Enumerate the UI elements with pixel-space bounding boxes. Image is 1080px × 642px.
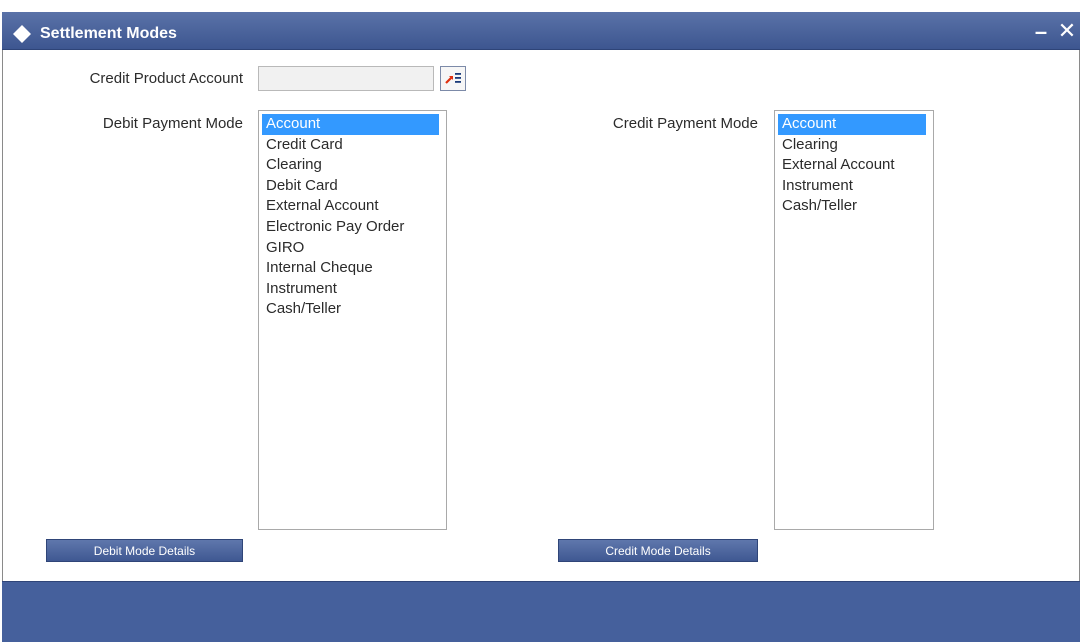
list-item[interactable]: Account — [262, 114, 439, 135]
credit-mode-details-button[interactable]: Credit Mode Details — [558, 539, 758, 562]
list-item[interactable]: GIRO — [262, 238, 443, 259]
list-item[interactable]: External Account — [778, 155, 930, 176]
close-icon[interactable]: ✕ — [1056, 20, 1078, 42]
window-title: Settlement Modes — [40, 25, 177, 42]
list-item[interactable]: Clearing — [778, 135, 930, 156]
list-lookup-icon — [445, 73, 461, 84]
minimize-icon[interactable]: – — [1032, 21, 1050, 43]
credit-product-account-label: Credit Product Account — [89, 70, 243, 87]
diamond-icon — [12, 24, 32, 44]
list-item[interactable]: Account — [778, 114, 926, 135]
credit-product-account-input[interactable] — [258, 66, 434, 91]
credit-payment-mode-list[interactable]: Account Clearing External Account Instru… — [774, 110, 934, 530]
window-titlebar: Settlement Modes – ✕ — [2, 12, 1080, 50]
list-item[interactable]: Debit Card — [262, 176, 443, 197]
debit-payment-mode-list[interactable]: Account Credit Card Clearing Debit Card … — [258, 110, 447, 530]
top-strip — [0, 0, 1080, 12]
debit-payment-mode-label: Debit Payment Mode — [102, 115, 243, 132]
list-item[interactable]: Internal Cheque — [262, 258, 443, 279]
list-item[interactable]: Instrument — [262, 279, 443, 300]
credit-payment-mode-label: Credit Payment Mode — [612, 115, 758, 132]
list-item[interactable]: Cash/Teller — [262, 299, 443, 320]
list-item[interactable]: External Account — [262, 196, 443, 217]
list-item[interactable]: Electronic Pay Order — [262, 217, 443, 238]
list-item[interactable]: Instrument — [778, 176, 930, 197]
account-lookup-button[interactable] — [440, 66, 466, 91]
footer-bar — [2, 581, 1080, 642]
list-item[interactable]: Credit Card — [262, 135, 443, 156]
list-item[interactable]: Clearing — [262, 155, 443, 176]
debit-mode-details-button[interactable]: Debit Mode Details — [46, 539, 243, 562]
list-item[interactable]: Cash/Teller — [778, 196, 930, 217]
